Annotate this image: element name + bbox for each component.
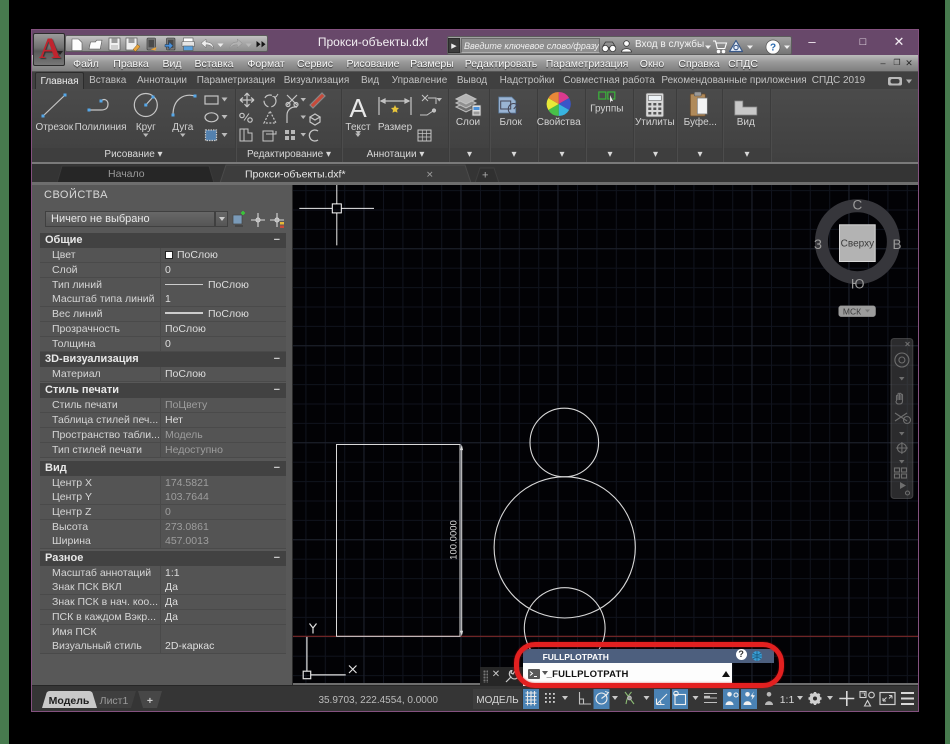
svg-text:Полилиния: Полилиния <box>75 122 127 133</box>
svg-text:100.0000: 100.0000 <box>449 520 460 560</box>
svg-text:Дуга: Дуга <box>172 122 193 133</box>
svg-text:1:1: 1:1 <box>780 694 795 706</box>
svg-text:+: + <box>147 695 153 707</box>
svg-text:Слои: Слои <box>456 117 480 128</box>
svg-text:Текст: Текст <box>345 122 371 133</box>
svg-text:Свойства: Свойства <box>537 117 581 128</box>
svg-text:МОДЕЛЬ: МОДЕЛЬ <box>476 695 519 706</box>
svg-text:?: ? <box>770 43 776 54</box>
svg-text:Лист1: Лист1 <box>100 695 129 707</box>
svg-text:A: A <box>349 93 367 123</box>
svg-text:МСК: МСК <box>843 306 861 316</box>
svg-text:З: З <box>814 237 822 252</box>
svg-text:Буфе...: Буфе... <box>684 116 717 128</box>
svg-text:Начало: Начало <box>108 168 145 180</box>
svg-text:В: В <box>892 237 901 252</box>
svg-text:Вид: Вид <box>737 117 755 128</box>
svg-text:+: + <box>482 169 488 181</box>
svg-text:С: С <box>853 198 863 213</box>
svg-text:Модель: Модель <box>49 695 90 707</box>
svg-text:Блок: Блок <box>500 117 523 128</box>
svg-text:Размер: Размер <box>378 122 413 133</box>
svg-text:Круг: Круг <box>136 122 156 133</box>
svg-text:Отрезок: Отрезок <box>35 122 73 133</box>
svg-text:Ю: Ю <box>851 277 865 292</box>
svg-text:Прокси-объекты.dxf*: Прокси-объекты.dxf* <box>245 168 346 180</box>
svg-text:Группы: Группы <box>590 104 623 115</box>
svg-text:Утилиты: Утилиты <box>635 117 675 128</box>
svg-text:Сверху: Сверху <box>841 239 874 250</box>
svg-text:✕: ✕ <box>426 169 434 179</box>
svg-text:35.9703, 222.4554, 0.0000: 35.9703, 222.4554, 0.0000 <box>318 695 438 706</box>
